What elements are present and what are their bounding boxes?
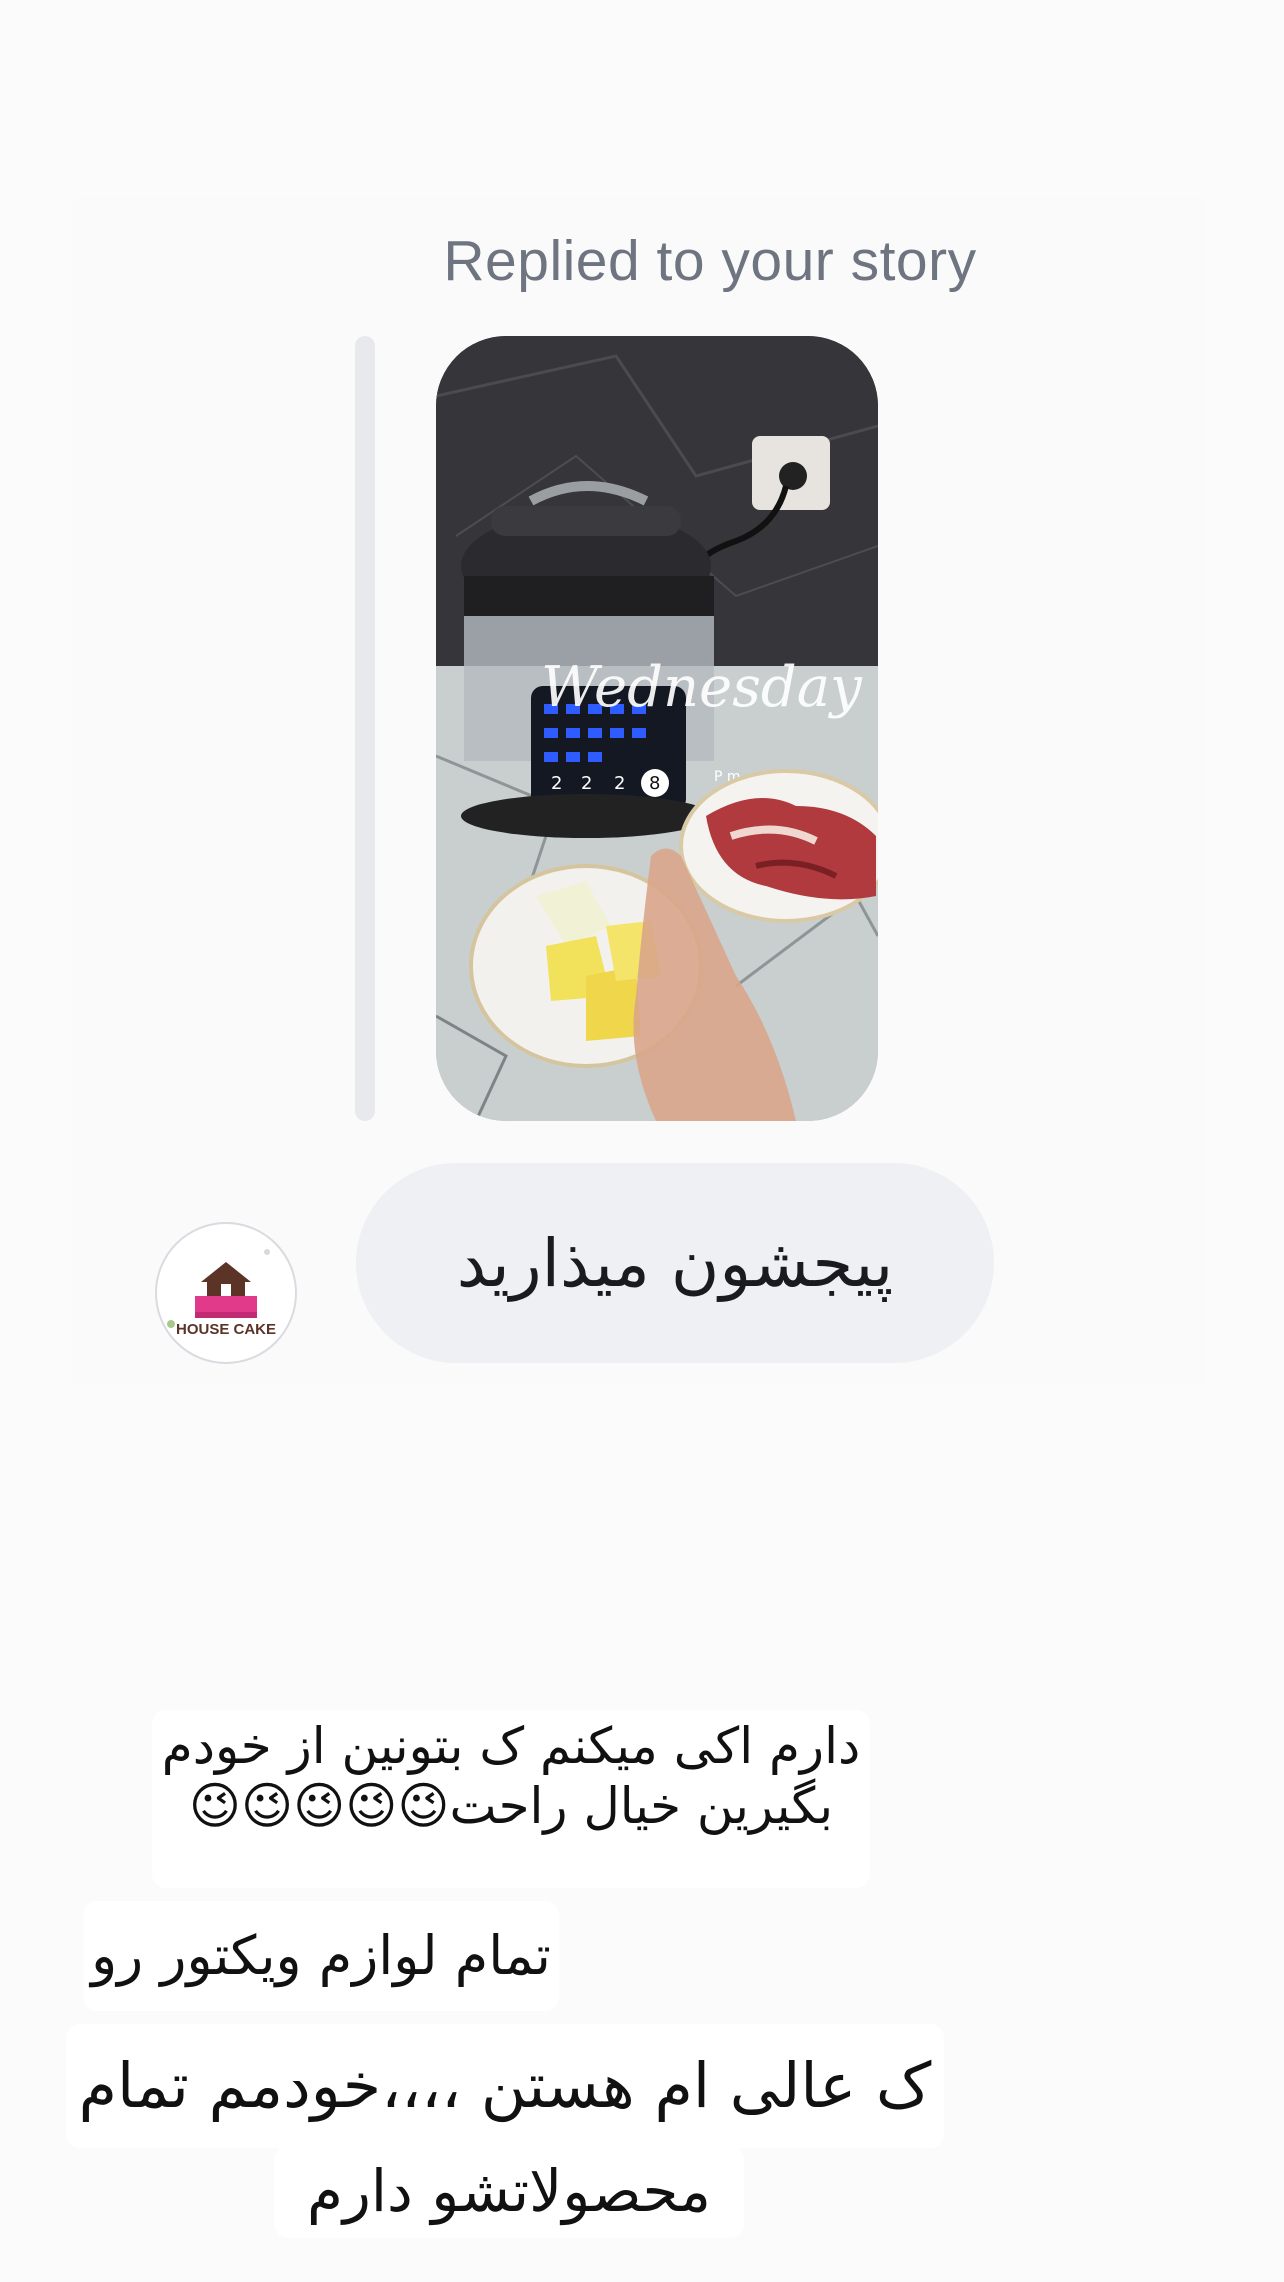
caption-line: محصولاتشو دارم	[307, 2157, 711, 2226]
replied-to-story-label: Replied to your story	[443, 229, 977, 293]
cooker-digit: 8	[649, 773, 660, 794]
avatar-logo-text: HOUSE CAKE	[176, 1321, 276, 1338]
caption-line: دارم اکی میکنم ک بتونین از خودم	[161, 1717, 861, 1775]
message-text: پیجشون میذارید	[456, 1224, 894, 1302]
cooker-digit: 2	[581, 773, 592, 794]
story-caption-2: تمام لوازم ویکتور رو	[83, 1901, 559, 2011]
cooker-digit: 2	[614, 773, 625, 794]
story-thumbnail[interactable]: 2 2 2 8 Wednesday P m	[436, 336, 878, 1121]
story-caption-3: ک عالی ام هستن ،،،،خودمم تمام	[66, 2024, 944, 2148]
story-overlay-text: Wednesday	[541, 655, 863, 720]
story-caption-1: دارم اکی میکنم ک بتونین از خودم بگیرین خ…	[152, 1710, 870, 1888]
reply-indicator-bar	[355, 336, 375, 1121]
caption-line: تمام لوازم ویکتور رو	[91, 1923, 551, 1987]
story-caption-4: محصولاتشو دارم	[274, 2146, 744, 2238]
avatar[interactable]: HOUSE CAKE	[155, 1222, 297, 1364]
caption-line: ک عالی ام هستن ،،،،خودمم تمام	[78, 2048, 932, 2122]
cooker-digit: 2	[551, 773, 562, 794]
message-bubble[interactable]: پیجشون میذارید	[356, 1163, 994, 1363]
caption-line: بگیرین خیال راحت😉😉😉😉😉	[188, 1777, 834, 1835]
